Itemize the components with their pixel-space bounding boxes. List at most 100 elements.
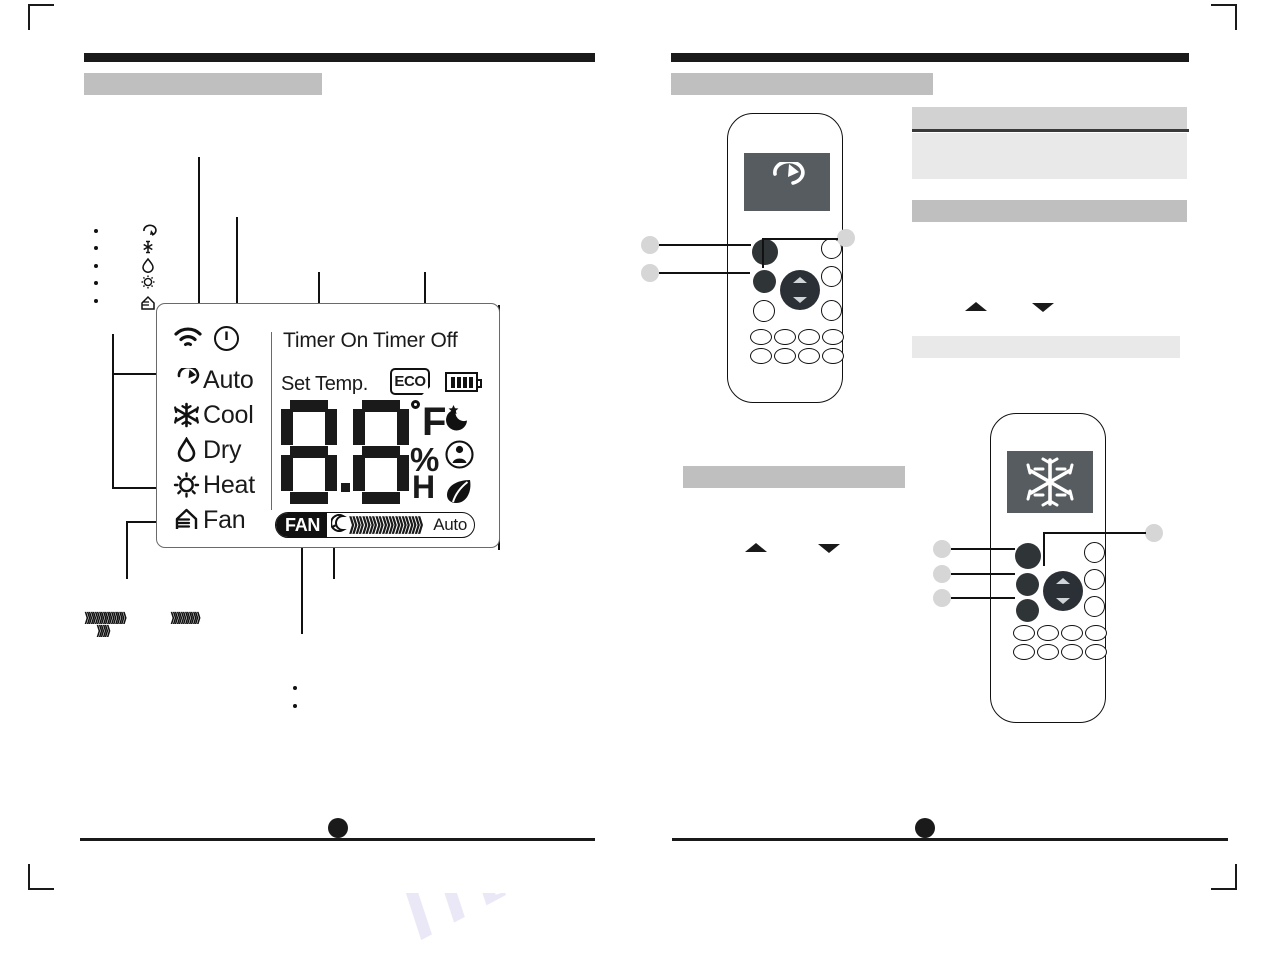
sleep-moon-star-icon: [443, 402, 473, 437]
mode-label-cool: Cool: [203, 400, 254, 429]
fan-tag-label: FAN: [276, 513, 328, 537]
eco-badge: ECO: [390, 368, 430, 395]
callout-line-bottom-4: [1043, 532, 1146, 534]
section-band-right-2: [912, 200, 1187, 222]
timer-off-label: Timer Off: [373, 329, 458, 352]
temp-digit-ones: [353, 400, 409, 504]
mode-row-fan: Fan: [171, 506, 246, 534]
header-rule-left: [84, 53, 595, 62]
crop-mark-bottom-right: [1211, 864, 1237, 890]
arrow-down-icon-mid: [818, 544, 840, 553]
remote-control-top: [727, 113, 844, 403]
note-box-header: [912, 107, 1187, 129]
arrow-run-mid: ⟫⟫⟫⟫⟫⟫⟫: [170, 610, 201, 625]
crop-mark-top-left: [28, 4, 54, 30]
mode-row-heat: Heat: [171, 471, 255, 499]
section-band-right-1: [671, 73, 933, 95]
remote-top-button-e[interactable]: [821, 266, 842, 287]
fan-house-icon: [171, 506, 201, 534]
remote-bottom-button-d[interactable]: [1084, 542, 1105, 563]
dpad-down-arrow-icon[interactable]: [1056, 598, 1070, 604]
dpad-up-arrow-icon[interactable]: [793, 277, 807, 283]
remote-bottom-grid-4[interactable]: [1085, 625, 1107, 641]
remote-top-grid-8[interactable]: [822, 348, 844, 364]
snowflake-icon: [1026, 457, 1074, 507]
remote-top-grid-3[interactable]: [798, 329, 820, 345]
mode-row-dry: Dry: [171, 436, 241, 464]
page-left: Timer On Timer Off Set Temp. ECO Auto Co…: [0, 0, 632, 893]
remote-top-grid-4[interactable]: [822, 329, 844, 345]
page-right: [632, 0, 1263, 893]
remote-top-grid-1[interactable]: [750, 329, 772, 345]
note-box-body: [912, 133, 1187, 179]
remote-top-button-b[interactable]: [753, 270, 776, 293]
temp-decimal-point: [341, 483, 350, 492]
arrow-run-short: ⟫⟫⟫: [96, 623, 111, 638]
callout-line-bottom-2: [951, 573, 1015, 575]
lower-bullet-1: [293, 686, 297, 690]
remote-top-button-c[interactable]: [753, 300, 775, 322]
lower-bullet-2: [293, 704, 297, 708]
temp-digit-tens: [281, 400, 337, 504]
remote-bottom-grid-6[interactable]: [1037, 644, 1059, 660]
arrow-down-icon-right: [1032, 303, 1054, 312]
section-band-right-4: [683, 466, 905, 488]
callout-bottom-4: [1145, 524, 1163, 542]
dpad-up-arrow-icon[interactable]: [1056, 578, 1070, 584]
callout-line-top-1: [659, 244, 751, 246]
set-temp-label: Set Temp.: [281, 373, 368, 395]
fan-speed-bar: FAN ⟫⟫⟫⟫⟫⟫⟫⟫⟫⟫⟫ Auto: [275, 512, 475, 538]
remote-bottom-grid-3[interactable]: [1061, 625, 1083, 641]
remote-bottom-button-f[interactable]: [1084, 596, 1105, 617]
remote-bottom-grid-7[interactable]: [1061, 644, 1083, 660]
remote-bottom-grid-5[interactable]: [1013, 644, 1035, 660]
remote-top-grid-7[interactable]: [798, 348, 820, 364]
remote-bottom-screen: [1007, 451, 1093, 513]
mode-label-heat: Heat: [203, 470, 256, 499]
battery-icon: [445, 372, 482, 392]
snowflake-icon: [171, 401, 201, 429]
unit-hours: H: [412, 469, 436, 505]
remote-top-dpad[interactable]: [780, 270, 820, 310]
callout-top-2: [641, 264, 659, 282]
remote-bottom-dpad[interactable]: [1043, 571, 1083, 611]
remote-bottom-grid-2[interactable]: [1037, 625, 1059, 641]
arrow-run-long: ⟫⟫⟫⟫⟫⟫⟫⟫⟫⟫: [84, 610, 128, 625]
arrow-up-icon-right: [965, 302, 987, 311]
section-band-left: [84, 73, 322, 95]
mode-row-auto: Auto: [171, 366, 254, 394]
fan-chevron-track: ⟫⟫⟫⟫⟫⟫⟫⟫⟫⟫⟫: [327, 513, 433, 537]
remote-bottom-button-c[interactable]: [1016, 599, 1039, 622]
note-box-rule: [912, 129, 1189, 132]
remote-bottom-button-b[interactable]: [1016, 573, 1039, 596]
remote-top-button-f[interactable]: [821, 300, 842, 321]
remote-top-screen: [744, 153, 830, 211]
callout-top-3: [837, 229, 855, 247]
remote-top-grid-2[interactable]: [774, 329, 796, 345]
crop-mark-bottom-left: [28, 864, 54, 890]
remote-bottom-grid-1[interactable]: [1013, 625, 1035, 641]
follow-me-person-icon: [445, 440, 474, 474]
callout-line-bottom-4-v: [1043, 532, 1045, 566]
remote-bottom-grid-8[interactable]: [1085, 644, 1107, 660]
dpad-down-arrow-icon[interactable]: [793, 297, 807, 303]
header-rule-right: [671, 53, 1189, 62]
arrow-up-icon-mid: [745, 543, 767, 552]
fan-auto-label: Auto: [433, 515, 467, 534]
remote-top-grid-5[interactable]: [750, 348, 772, 364]
mode-row-cool: Cool: [171, 401, 254, 429]
callout-line-top-2: [659, 272, 750, 274]
fan-chevrons: ⟫⟫⟫⟫⟫⟫⟫⟫⟫⟫⟫: [348, 514, 424, 536]
quiet-mode-icon: [330, 513, 347, 537]
timer-on-label: Timer On: [283, 329, 369, 352]
callout-line-bottom-1: [951, 548, 1015, 550]
crop-mark-top-right: [1211, 4, 1237, 30]
eco-leaf-icon: [445, 478, 475, 510]
callout-line-top-3: [762, 238, 838, 240]
remote-bottom-button-e[interactable]: [1084, 569, 1105, 590]
remote-top-grid-6[interactable]: [774, 348, 796, 364]
remote-bottom-button-a[interactable]: [1015, 543, 1041, 569]
callout-bottom-2: [933, 565, 951, 583]
footer-rule-left: [80, 838, 595, 841]
remote-top-button-a[interactable]: [752, 239, 778, 265]
